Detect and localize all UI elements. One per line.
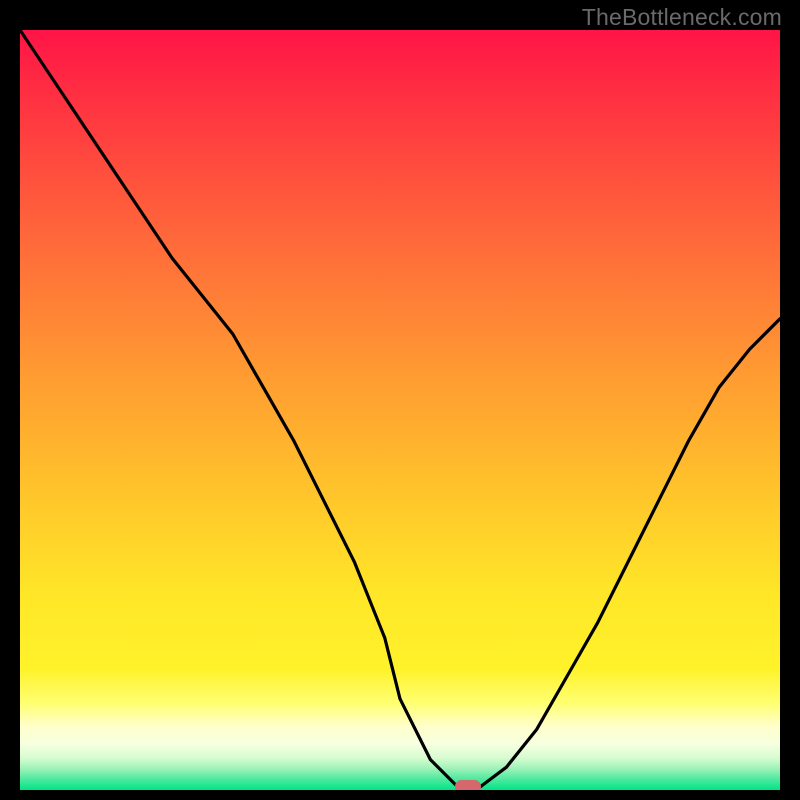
plot-area — [20, 30, 780, 790]
bottleneck-curve — [20, 30, 780, 790]
chart-frame: TheBottleneck.com — [0, 0, 800, 800]
watermark-text: TheBottleneck.com — [582, 4, 782, 31]
minimum-marker — [455, 780, 481, 790]
